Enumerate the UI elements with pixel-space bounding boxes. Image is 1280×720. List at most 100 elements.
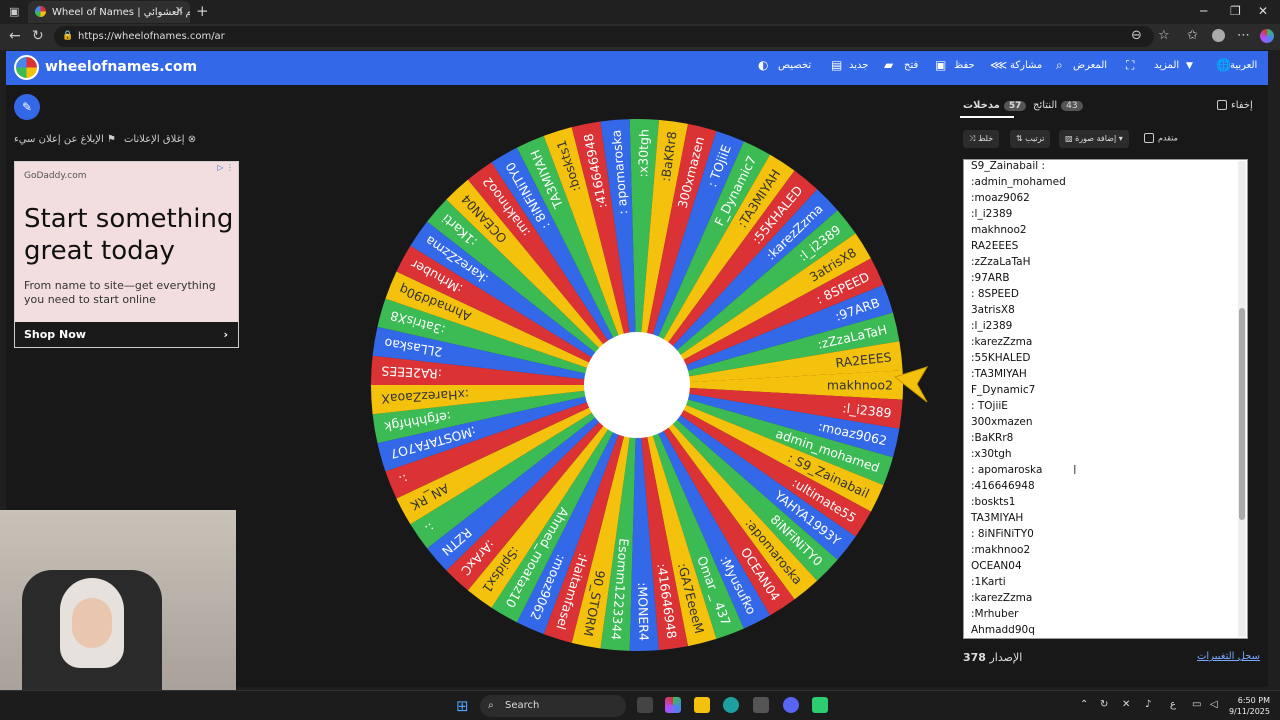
sort-button[interactable]: ⇅ ترتيب (1010, 130, 1051, 148)
taskbar-search[interactable]: ⌕ Search (480, 695, 626, 717)
fullscreen-icon[interactable]: ⛶ (1126, 58, 1134, 73)
task-view-icon[interactable] (637, 697, 653, 713)
report-ad-label: الإبلاغ عن إعلان سيء (14, 134, 104, 145)
wheel-center-button[interactable] (584, 332, 690, 438)
tab-entries-label: مدخلات (963, 100, 1000, 111)
edit-pencil-button[interactable]: ✎ (14, 94, 40, 120)
add-image-label: إضافة صورة (1075, 134, 1117, 143)
entries-scrollbar-thumb[interactable] (1239, 308, 1245, 520)
share-icon: ⋘ (990, 58, 1008, 72)
shuffle-label: خلط (977, 134, 994, 143)
close-circle-icon: ⊗ (187, 134, 197, 145)
lock-icon: 🔒 (62, 31, 74, 41)
entry-line: :55KHALED (971, 352, 1031, 364)
profile-avatar[interactable] (1212, 29, 1225, 42)
advanced-checkbox[interactable] (1144, 133, 1154, 143)
ad-shop-now-button[interactable]: Shop Now › (15, 322, 238, 347)
nav-more[interactable]: المزيد (1154, 60, 1179, 71)
windows-start-icon[interactable]: ⊞ (456, 697, 469, 715)
tracking-icon[interactable]: ⊖ (1131, 28, 1142, 43)
tab-entries[interactable]: مدخلات 57 (963, 100, 1027, 111)
favorite-star-icon[interactable]: ☆ (1158, 28, 1170, 43)
shuffle-icon: ⤨ (969, 134, 976, 143)
site-header: wheelofnames.com 🌐 العربية ▼ المزيد ⛶ ⌕ … (6, 51, 1268, 85)
shuffle-button[interactable]: ⤨ خلط (963, 130, 1000, 148)
add-image-button[interactable]: ▨ إضافة صورة ▾ (1059, 130, 1129, 148)
entry-line: RA2EEES (971, 240, 1019, 252)
hide-toggle[interactable]: إخفاء (1217, 100, 1253, 111)
entry-line: : TOjiiE (971, 400, 1008, 412)
tray-volume-icon[interactable]: ◁ (1210, 699, 1218, 710)
version-info: 378 الإصدار (963, 651, 1022, 664)
entry-line: :makhnoo2 (971, 544, 1031, 556)
clock-date: 9/11/2025 (1228, 707, 1270, 716)
discord-icon[interactable] (783, 697, 799, 713)
advertisement[interactable]: ▷ ⋮ GoDaddy.com Start something great to… (14, 161, 239, 348)
nav-language[interactable]: العربية (1230, 60, 1257, 71)
tab-close-icon[interactable]: ✕ (175, 4, 184, 17)
tray-mic-icon[interactable]: ♪ (1145, 699, 1151, 710)
maximize-icon[interactable]: ❐ (1230, 4, 1241, 18)
close-ads-link[interactable]: إغلاق الإعلانات ⊗ (124, 134, 196, 145)
tray-sync-icon[interactable]: ↻ (1100, 699, 1108, 710)
wheel-label: makhnoo2 (827, 378, 893, 393)
nav-save[interactable]: حفظ (954, 60, 975, 71)
reload-icon[interactable]: ↻ (32, 28, 44, 44)
taskbar-clock[interactable]: 6:50 PM 9/11/2025 (1228, 695, 1270, 717)
window-close-icon[interactable]: ✕ (1258, 4, 1268, 18)
app-icon[interactable] (812, 697, 828, 713)
tray-network-icon[interactable]: ▭ (1192, 699, 1201, 710)
entry-line: :97ARB (971, 272, 1010, 284)
report-ad-link[interactable]: الإبلاغ عن إعلان سيء ⚑ (14, 134, 116, 145)
site-name[interactable]: wheelofnames.com (45, 59, 197, 75)
more-menu-icon[interactable]: ⋯ (1237, 28, 1250, 43)
tab-results[interactable]: النتائج 43 (1033, 100, 1083, 111)
entry-line: 300xmazen (971, 416, 1033, 428)
changelog-link[interactable]: سجل التغييرات (1197, 651, 1260, 662)
entry-line: TA3MIYAH (971, 512, 1024, 524)
entry-line: :416646948 (971, 480, 1035, 492)
site-logo-icon[interactable] (14, 55, 39, 80)
entry-line: :moaz9062 (971, 192, 1030, 204)
ad-domain: GoDaddy.com (24, 171, 87, 181)
tray-language[interactable]: ع (1170, 699, 1176, 710)
file-explorer-icon[interactable] (694, 697, 710, 713)
entry-line: :karezZzma (971, 336, 1033, 348)
webcam-face (72, 598, 112, 648)
entry-line: S9_Zainabail : (971, 160, 1046, 172)
nav-customize[interactable]: تخصيص (778, 60, 811, 71)
nav-open[interactable]: فتح (904, 60, 918, 71)
copilot-app-icon[interactable] (665, 697, 681, 713)
minimize-icon[interactable]: ─ (1200, 4, 1207, 18)
tray-mute-icon[interactable]: ✕ (1122, 699, 1130, 710)
palette-icon: ◐ (758, 58, 769, 72)
favorites-icon[interactable]: ✩ (1187, 28, 1198, 43)
entry-line: : 8iNFiNiTY0 (971, 528, 1034, 540)
advanced-toggle[interactable]: متقدم (1144, 133, 1178, 143)
name-wheel[interactable]: makhnoo2:l_i2389:moaz9062admin_mohamed: … (370, 119, 930, 659)
nav-share[interactable]: مشاركة (1010, 60, 1042, 71)
entry-line: F_Dynamic7 (971, 384, 1036, 396)
copilot-icon[interactable] (1260, 29, 1274, 43)
entry-line: makhnoo2 (971, 224, 1027, 236)
back-icon[interactable]: ← (9, 28, 21, 44)
tray-chevron-icon[interactable]: ⌃ (1080, 699, 1088, 710)
entry-line: :Mrhuber (971, 608, 1019, 620)
ad-info-icon[interactable]: ▷ ⋮ (217, 163, 234, 172)
store-icon[interactable] (753, 697, 769, 713)
hide-checkbox[interactable] (1217, 100, 1227, 110)
save-icon: ▣ (935, 58, 947, 72)
ad-body: From name to site—get everything you nee… (24, 279, 216, 306)
nav-new[interactable]: جديد (849, 60, 868, 71)
search-icon: ⌕ (1056, 58, 1063, 72)
image-icon: ▨ (1065, 134, 1073, 143)
nav-gallery[interactable]: المعرض (1073, 60, 1107, 71)
edge-browser-icon[interactable] (723, 697, 739, 713)
close-ads-label: إغلاق الإعلانات (124, 134, 185, 145)
pencil-icon: ✎ (21, 100, 33, 114)
browser-tab[interactable]: Wheel of Names | الاسم العشوائي ✕ (28, 1, 190, 23)
window-menu-icon[interactable]: ▣ (9, 5, 19, 18)
entries-textarea[interactable]: S9_Zainabail ::admin_mohamed:moaz9062:l_… (963, 159, 1248, 639)
url-field[interactable]: 🔒 https://wheelofnames.com/ar (54, 26, 1154, 47)
new-tab-button[interactable]: + (196, 2, 209, 20)
